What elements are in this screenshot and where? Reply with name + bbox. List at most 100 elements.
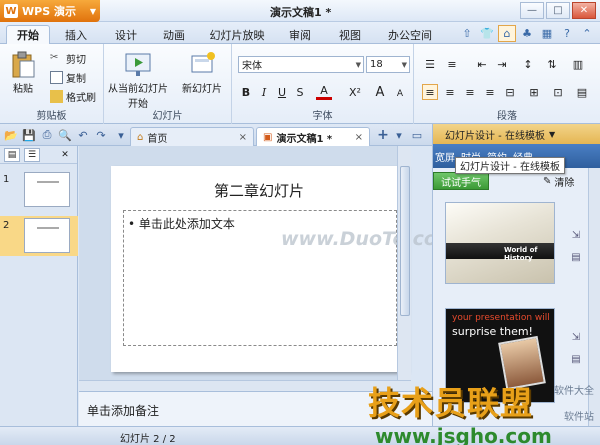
tab-start-page-label: 首页 (147, 133, 168, 145)
window-title: 演示文稿1 * (270, 6, 332, 19)
tab-home[interactable]: 开始 (6, 25, 50, 44)
tab-office-space[interactable]: 办公空间 (382, 25, 438, 44)
clear-button[interactable]: ✎ 清除 (543, 174, 574, 189)
tab-design[interactable]: 设计 (106, 25, 146, 44)
slide-count-status: 幻灯片 2 / 2 (120, 434, 176, 445)
open-folder-icon[interactable]: 📂 (4, 128, 18, 142)
align-left-icon[interactable]: ≡ (422, 84, 438, 100)
shrink-font-button[interactable]: A (392, 86, 408, 102)
font-size-select[interactable]: 18 ▼ (366, 56, 410, 73)
underline-button[interactable]: U (274, 84, 290, 100)
numbering-icon[interactable]: ≡ (444, 56, 460, 72)
font-family-select[interactable]: 宋体 ▼ (238, 56, 364, 73)
slide-thumbnail[interactable]: 1 (0, 172, 78, 212)
print-icon[interactable]: ⎙ (40, 128, 54, 142)
app-menu-label: WPS 演示 (22, 5, 76, 18)
tab-view[interactable]: 视图 (330, 25, 370, 44)
undo-icon[interactable]: ↶ (76, 128, 90, 142)
restore-button[interactable]: □ (546, 2, 570, 19)
clipboard-group: 粘贴 ✂ 剪切 复制 格式刷 剪贴板 (0, 44, 104, 124)
template-thumbnail[interactable]: World of History (445, 202, 555, 284)
play-from-current-label: 从当前幻灯片 (108, 84, 168, 95)
redo-icon[interactable]: ↷ (94, 128, 108, 142)
customize-toolbar-icon[interactable]: ▾ (114, 128, 128, 142)
smartart-icon[interactable]: ▤ (574, 84, 590, 100)
tab-insert[interactable]: 插入 (56, 25, 96, 44)
apply-template-icon[interactable]: ⇲ (569, 228, 583, 242)
play-from-current-button[interactable]: 从当前幻灯片 开始 (108, 50, 168, 110)
font-color-button[interactable]: A (316, 84, 332, 100)
watermark-text: www.DuoTe.com (281, 228, 457, 250)
close-button[interactable]: ✕ (572, 2, 596, 19)
tab-slideshow[interactable]: 幻灯片放映 (205, 25, 269, 44)
outline-view-icon[interactable]: ☰ (24, 147, 40, 162)
cut-button[interactable]: ✂ 剪切 (50, 50, 86, 66)
paste-button[interactable]: 粘贴 (8, 50, 38, 95)
ribbon-collapse-icon[interactable]: ⌃ (578, 25, 596, 42)
columns-icon[interactable]: ▥ (570, 56, 586, 72)
paint-icon[interactable]: ▦ (538, 25, 556, 42)
indent-increase-icon[interactable]: ⇥ (494, 56, 510, 72)
horizontal-scrollbar[interactable] (79, 380, 411, 391)
chevron-down-icon[interactable]: ▾ (392, 128, 406, 142)
slide-title[interactable]: 第二章幻灯片 (111, 180, 407, 201)
help-icon[interactable]: ? (558, 25, 576, 42)
slides-view-icon[interactable]: ▤ (4, 147, 20, 162)
slide-number: 2 (3, 220, 10, 231)
close-tab-icon[interactable]: × (355, 132, 363, 143)
slide-thumbnail-selected[interactable]: 2 (0, 216, 78, 256)
indent-decrease-icon[interactable]: ⇤ (474, 56, 490, 72)
shadow-button[interactable]: S (292, 84, 308, 100)
tab-review[interactable]: 审阅 (280, 25, 320, 44)
shirt-icon[interactable]: 👕 (478, 25, 496, 42)
slides-group-label: 幻灯片 (152, 111, 183, 122)
taskpane-toggle-icon[interactable]: ▭ (410, 128, 424, 142)
task-pane-title[interactable]: 幻灯片设计 - 在线模板 ▼ (433, 124, 600, 144)
app-menu-button[interactable]: W WPS 演示 ▼ (0, 0, 100, 22)
preview-icon[interactable]: 🔍 (58, 128, 72, 142)
download-template-icon[interactable]: ▤ (569, 352, 583, 366)
grow-font-button[interactable]: A (372, 84, 388, 100)
bullets-icon[interactable]: ☰ (422, 56, 438, 72)
line-spacing-icon[interactable]: ↕ (520, 56, 536, 72)
tab-document[interactable]: ▣ 演示文稿1 * × (256, 127, 370, 146)
distribute-icon[interactable]: ⊟ (502, 84, 518, 100)
tab-animation[interactable]: 动画 (154, 25, 194, 44)
new-slide-button[interactable]: 新幻灯片 (182, 50, 222, 95)
format-painter-button[interactable]: 格式刷 (50, 88, 96, 104)
copy-button[interactable]: 复制 (50, 69, 86, 85)
chevron-down-icon: ▼ (548, 129, 556, 139)
tab-start-page[interactable]: ⌂ 首页 × (130, 127, 254, 146)
bold-button[interactable]: B (238, 84, 254, 100)
tree-icon[interactable]: ♣ (518, 25, 536, 42)
text-box-icon[interactable]: ⊡ (550, 84, 566, 100)
minimize-button[interactable]: — (520, 2, 544, 19)
copy-label: 复制 (66, 73, 86, 85)
vertical-align-icon[interactable]: ⊞ (526, 84, 542, 100)
tooltip: 幻灯片设计 - 在线模板 (455, 157, 565, 174)
brand-side-text: 软件大全 (554, 386, 594, 397)
slide-canvas[interactable]: 第二章幻灯片 • 单击此处添加文本 www.DuoTe.com (111, 166, 457, 372)
align-right-icon[interactable]: ≡ (462, 84, 478, 100)
download-template-icon[interactable]: ▤ (569, 250, 583, 264)
body-placeholder-text: • 单击此处添加文本 (128, 217, 235, 231)
arrow-up-icon[interactable]: ⇧ (458, 25, 476, 42)
align-center-icon[interactable]: ≡ (442, 84, 458, 100)
tab-widescreen[interactable]: 宽屏 (435, 149, 455, 164)
tab-document-label: 演示文稿1 * (276, 133, 333, 145)
paragraph-group-label: 段落 (497, 111, 517, 122)
justify-icon[interactable]: ≡ (482, 84, 498, 100)
save-icon[interactable]: 💾 (22, 128, 36, 142)
superscript-button[interactable]: X² (344, 84, 366, 100)
close-tab-icon[interactable]: × (239, 132, 247, 143)
try-luck-button[interactable]: 试试手气 (433, 172, 489, 190)
new-tab-button[interactable]: + (376, 127, 390, 143)
new-slide-label: 新幻灯片 (182, 84, 222, 95)
brand-side-text: 软件站 (564, 412, 594, 423)
text-direction-icon[interactable]: ⇅ (544, 56, 560, 72)
vertical-scrollbar[interactable] (397, 146, 411, 391)
home-icon[interactable]: ⌂ (498, 25, 516, 42)
italic-button[interactable]: I (256, 84, 272, 100)
apply-template-icon[interactable]: ⇲ (569, 330, 583, 344)
close-icon[interactable]: ✕ (57, 148, 73, 162)
